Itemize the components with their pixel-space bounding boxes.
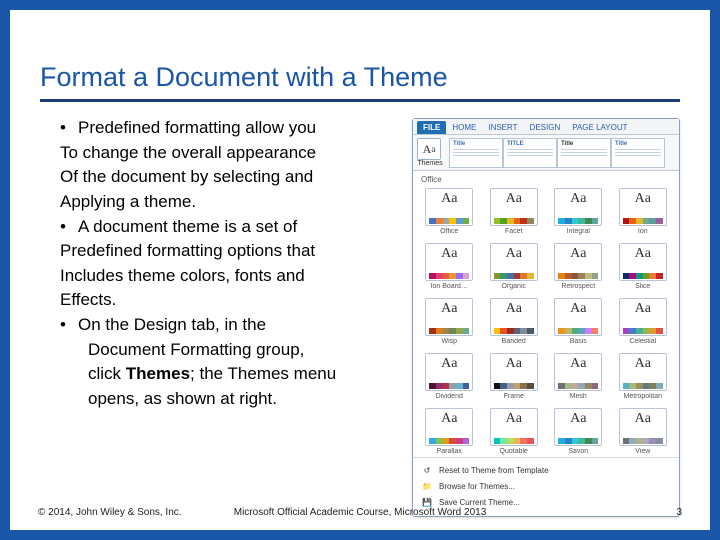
bullet-text: To change the overall appearance <box>60 141 400 166</box>
theme-swatch[interactable]: AaBanded <box>488 298 541 345</box>
theme-name: Wisp <box>423 338 476 345</box>
theme-name: Retrospect <box>552 283 605 290</box>
theme-name: Metropolitan <box>617 393 670 400</box>
bullet-text: Document Formatting group, <box>60 338 400 363</box>
theme-swatch[interactable]: AaQuotable <box>488 408 541 455</box>
bullet-text: click Themes; the Themes menu <box>60 362 400 387</box>
theme-name: Integral <box>552 228 605 235</box>
theme-swatch[interactable]: AaFrame <box>488 353 541 400</box>
theme-name: Quotable <box>488 448 541 455</box>
bullet-text: Predefined formatting options that <box>60 239 400 264</box>
theme-name: View <box>617 448 670 455</box>
theme-name: Slice <box>617 283 670 290</box>
tab-design[interactable]: DESIGN <box>524 121 567 134</box>
doc-format-previews: Title TITLE Title Title <box>449 138 675 168</box>
tab-page-layout[interactable]: PAGE LAYOUT <box>566 121 633 134</box>
theme-swatch[interactable]: AaMetropolitan <box>617 353 670 400</box>
bullet-text: On the Design tab, in the <box>78 315 266 334</box>
theme-swatch[interactable]: AaOrganic <box>488 243 541 290</box>
theme-name: Frame <box>488 393 541 400</box>
theme-swatch[interactable]: AaMesh <box>552 353 605 400</box>
bullet-text: Includes theme colors, fonts and <box>60 264 400 289</box>
themes-dropdown-panel: FILE HOME INSERT DESIGN PAGE LAYOUT Aa T… <box>412 118 680 517</box>
doc-preview[interactable]: Title <box>611 138 665 168</box>
theme-grid: AaOffice AaFacetAaIntegral AaIon AaIon Boar… <box>413 184 679 457</box>
theme-name: Ion <box>617 228 670 235</box>
bullet-text: A document theme is a set of <box>78 217 297 236</box>
tab-insert[interactable]: INSERT <box>482 121 523 134</box>
theme-swatch[interactable]: AaBasis <box>552 298 605 345</box>
page-number: 3 <box>676 507 682 518</box>
screenshot-column: FILE HOME INSERT DESIGN PAGE LAYOUT Aa T… <box>412 116 680 517</box>
theme-name: Facet <box>488 228 541 235</box>
folder-icon: 📁 <box>421 480 433 492</box>
bullet-list: •Predefined formatting allow you To chan… <box>40 116 400 517</box>
ribbon: FILE HOME INSERT DESIGN PAGE LAYOUT Aa T… <box>413 119 679 171</box>
ribbon-body: Aa Themes Title TITLE Title Title <box>413 135 679 170</box>
slide: Format a Document with a Theme •Predefin… <box>0 0 720 540</box>
bullet-text: Predefined formatting allow you <box>78 118 316 137</box>
theme-swatch[interactable]: AaOffice <box>423 188 476 235</box>
theme-swatch[interactable]: AaParallax <box>423 408 476 455</box>
reset-theme-item[interactable]: ↺ Reset to Theme from Template <box>421 462 671 478</box>
tab-file[interactable]: FILE <box>417 121 446 134</box>
theme-name: Office <box>423 228 476 235</box>
theme-swatch[interactable]: AaView <box>617 408 670 455</box>
theme-swatch[interactable]: AaIntegral <box>552 188 605 235</box>
page-title: Format a Document with a Theme <box>40 62 680 102</box>
theme-swatch[interactable]: AaSlice <box>617 243 670 290</box>
browse-themes-item[interactable]: 📁 Browse for Themes... <box>421 478 671 494</box>
theme-name: Dividend <box>423 393 476 400</box>
theme-name: Organic <box>488 283 541 290</box>
theme-swatch[interactable]: AaCelestial <box>617 298 670 345</box>
theme-swatch[interactable]: AaIon <box>617 188 670 235</box>
theme-name: Banded <box>488 338 541 345</box>
reset-icon: ↺ <box>421 464 433 476</box>
theme-swatch[interactable]: AaDividend <box>423 353 476 400</box>
ribbon-tabs: FILE HOME INSERT DESIGN PAGE LAYOUT <box>413 119 679 135</box>
theme-name: Savon <box>552 448 605 455</box>
bullet-text: Effects. <box>60 288 400 313</box>
theme-swatch[interactable]: AaSavon <box>552 408 605 455</box>
themes-button[interactable]: Aa Themes <box>417 138 443 167</box>
bullet-text: opens, as shown at right. <box>60 387 400 412</box>
theme-swatch[interactable]: AaIon Board… <box>423 243 476 290</box>
theme-name: Mesh <box>552 393 605 400</box>
doc-preview[interactable]: Title <box>449 138 503 168</box>
theme-swatch[interactable]: AaFacet <box>488 188 541 235</box>
theme-name: Basis <box>552 338 605 345</box>
copyright: © 2014, John Wiley & Sons, Inc. <box>38 507 182 518</box>
doc-preview[interactable]: TITLE <box>503 138 557 168</box>
tab-home[interactable]: HOME <box>446 121 482 134</box>
theme-swatch[interactable]: AaWisp <box>423 298 476 345</box>
bullet-text: Of the document by selecting and <box>60 165 400 190</box>
section-label-office: Office <box>413 171 679 184</box>
theme-name: Parallax <box>423 448 476 455</box>
doc-preview[interactable]: Title <box>557 138 611 168</box>
content-row: •Predefined formatting allow you To chan… <box>40 116 680 517</box>
theme-name: Celestial <box>617 338 670 345</box>
theme-name: Ion Board… <box>423 283 476 290</box>
bullet-text: Applying a theme. <box>60 190 400 215</box>
slide-footer: © 2014, John Wiley & Sons, Inc. Microsof… <box>38 507 682 518</box>
theme-swatch[interactable]: AaRetrospect <box>552 243 605 290</box>
